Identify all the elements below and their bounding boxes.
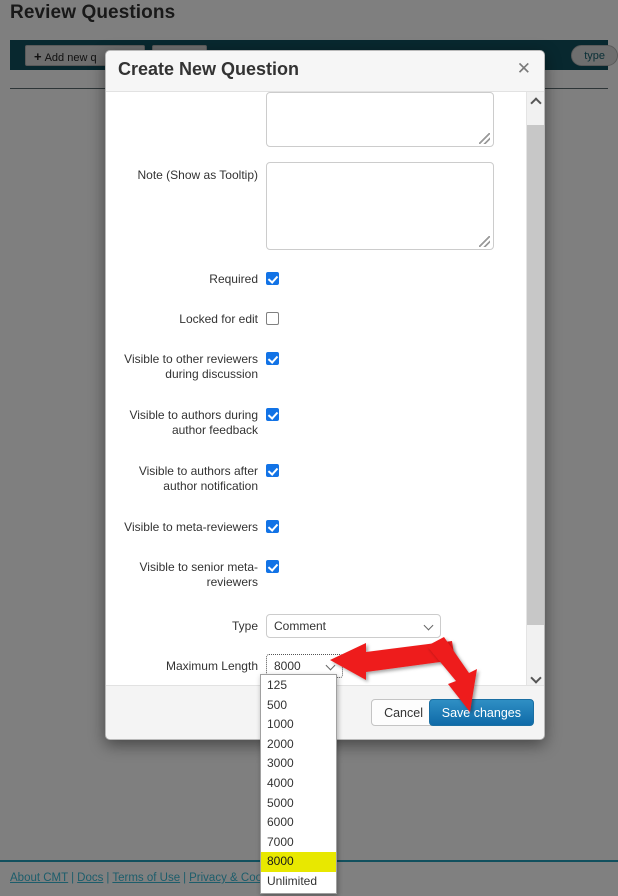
description-textarea-wrap — [266, 92, 494, 152]
dialog-header: Create New Question ✕ — [106, 51, 544, 92]
close-icon[interactable]: ✕ — [515, 58, 533, 79]
footer-link-docs[interactable]: Docs — [77, 872, 103, 884]
locked-for-edit-checkbox[interactable] — [266, 312, 279, 325]
type-select-value: Comment — [274, 619, 327, 633]
visible-other-reviewers-checkbox[interactable] — [266, 352, 279, 365]
type-select-wrap: Comment — [266, 614, 441, 638]
chevron-up-icon[interactable] — [527, 92, 544, 109]
visible-senior-meta-reviewers-label: Visible to senior meta-reviewers — [139, 560, 259, 589]
note-textarea[interactable] — [266, 162, 494, 250]
dialog-title: Create New Question — [118, 59, 300, 79]
description-textarea[interactable] — [266, 92, 494, 147]
footer-link-terms-of-use[interactable]: Terms of Use — [112, 872, 180, 884]
footer-link-about-cmt[interactable]: About CMT — [10, 872, 68, 884]
visible-other-reviewers-checkbox-wrap — [266, 352, 279, 370]
note-label: Note (Show as Tooltip) — [137, 168, 258, 182]
locked-for-edit-checkbox-wrap — [266, 312, 279, 330]
dropdown-option[interactable]: 4000 — [261, 774, 336, 794]
dropdown-option[interactable]: 7000 — [261, 833, 336, 853]
dialog-body: Note (Show as Tooltip) Required Locked f… — [106, 92, 544, 687]
visible-authors-notification-checkbox[interactable] — [266, 464, 279, 477]
dropdown-option[interactable]: 2000 — [261, 735, 336, 755]
visible-authors-notification-checkbox-wrap — [266, 464, 279, 482]
maximum-length-label: Maximum Length — [165, 659, 258, 673]
visible-authors-notification-label: Visible to authors after author notifica… — [138, 464, 258, 493]
visible-senior-meta-reviewers-checkbox-wrap — [266, 560, 279, 578]
visible-senior-meta-reviewers-checkbox[interactable] — [266, 560, 279, 573]
visible-authors-feedback-label: Visible to authors during author feedbac… — [129, 408, 258, 437]
visible-other-reviewers-label: Visible to other reviewers during discus… — [124, 352, 258, 381]
dropdown-option[interactable]: 5000 — [261, 794, 336, 814]
cancel-button[interactable]: Cancel — [371, 699, 436, 726]
locked-for-edit-label: Locked for edit — [179, 312, 258, 326]
dropdown-option[interactable]: Unlimited — [261, 872, 336, 892]
dropdown-option[interactable]: 125 — [261, 676, 336, 696]
dialog-scrollbar[interactable] — [526, 92, 544, 687]
required-label: Required — [209, 272, 258, 286]
dropdown-option[interactable]: 500 — [261, 696, 336, 716]
dropdown-option[interactable]: 3000 — [261, 754, 336, 774]
required-checkbox[interactable] — [266, 272, 279, 285]
type-label: Type — [231, 619, 258, 633]
question-form: Note (Show as Tooltip) Required Locked f… — [106, 92, 527, 687]
dropdown-option[interactable]: 1000 — [261, 715, 336, 735]
footer-separator: | — [106, 872, 110, 884]
visible-meta-reviewers-label: Visible to meta-reviewers — [124, 520, 258, 534]
dropdown-option[interactable]: 8000 — [261, 852, 336, 872]
visible-meta-reviewers-checkbox[interactable] — [266, 520, 279, 533]
chevron-down-icon — [327, 662, 335, 670]
create-new-question-dialog: Create New Question ✕ Note (Show as Tool… — [105, 50, 545, 740]
note-textarea-wrap — [266, 162, 494, 255]
type-select[interactable]: Comment — [266, 614, 441, 638]
footer-separator: | — [183, 872, 187, 884]
visible-authors-feedback-checkbox-wrap — [266, 408, 279, 426]
maximum-length-select-value: 8000 — [274, 659, 301, 673]
maximum-length-dropdown[interactable]: 125 500 1000 2000 3000 4000 5000 6000 7000 8000 Un… — [260, 674, 337, 894]
dropdown-option[interactable]: 6000 — [261, 813, 336, 833]
save-changes-button[interactable]: Save changes — [428, 699, 534, 726]
required-checkbox-wrap — [266, 272, 279, 290]
chevron-down-icon — [425, 622, 433, 630]
scrollbar-thumb[interactable] — [527, 125, 544, 625]
visible-authors-feedback-checkbox[interactable] — [266, 408, 279, 421]
footer-separator: | — [71, 872, 75, 884]
visible-meta-reviewers-checkbox-wrap — [266, 520, 279, 538]
